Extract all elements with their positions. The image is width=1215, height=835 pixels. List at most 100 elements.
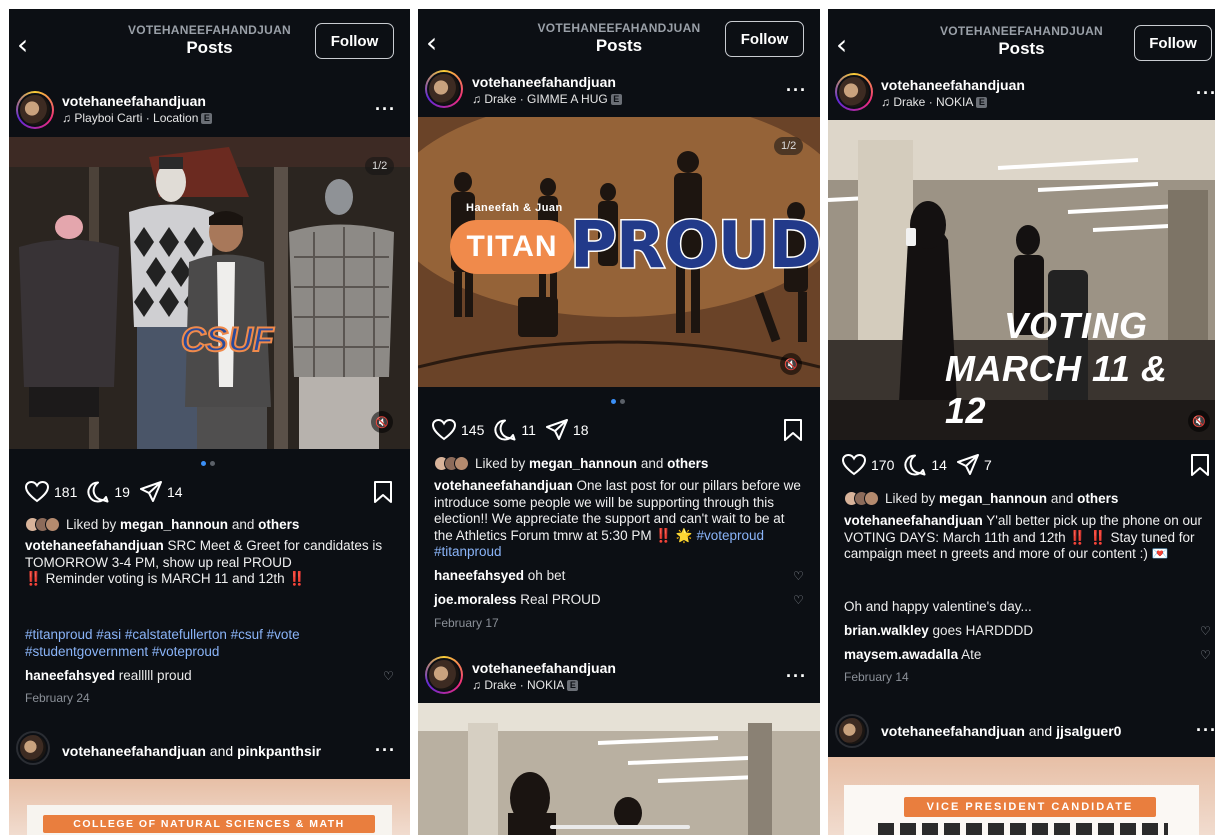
liked-by[interactable]: Liked by megan_hannoun and others <box>25 517 299 532</box>
store-scene-illustration <box>9 137 410 449</box>
liked-by[interactable]: Liked by megan_hannoun and others <box>434 456 708 471</box>
comment-like-icon[interactable]: ♡ <box>383 669 394 683</box>
comment-icon[interactable] <box>494 419 516 441</box>
comment-like-icon[interactable]: ♡ <box>793 593 804 607</box>
liker-username[interactable]: megan_hannoun <box>529 456 637 471</box>
titan-pill: TITAN <box>450 220 574 274</box>
mute-icon[interactable]: 🔇 <box>1188 410 1210 432</box>
action-bar: 170 14 7 <box>842 454 992 476</box>
share-group[interactable]: 7 <box>956 454 992 476</box>
liked-by-others[interactable]: others <box>667 456 708 471</box>
mute-icon[interactable]: 🔇 <box>780 353 802 375</box>
share-icon[interactable] <box>545 419 568 441</box>
liked-by-others[interactable]: others <box>1077 491 1118 506</box>
bookmark-icon[interactable] <box>373 481 393 503</box>
next-post-image[interactable]: COLLEGE OF NATURAL SCIENCES & MATH <box>9 779 410 835</box>
music-label[interactable]: ♫ Drake · NOKIA E <box>881 95 988 109</box>
music-note-icon: ♫ <box>472 92 481 106</box>
post-username[interactable]: votehaneefahandjuan <box>472 74 616 90</box>
mute-icon[interactable]: 🔇 <box>371 411 393 433</box>
music-label[interactable]: ♫ Drake · GIMME A HUG E <box>472 92 622 106</box>
liker-username[interactable]: megan_hannoun <box>120 517 228 532</box>
library-scene-illustration <box>418 703 820 835</box>
share-group[interactable]: 18 <box>545 419 588 441</box>
follow-button[interactable]: Follow <box>1134 25 1212 61</box>
music-note-icon: ♫ <box>881 95 890 109</box>
heart-icon[interactable] <box>842 454 866 476</box>
share-icon[interactable] <box>139 481 162 503</box>
avatar[interactable] <box>835 73 873 111</box>
comment-icon[interactable] <box>904 454 926 476</box>
voting-text: VOTING <box>1004 305 1149 346</box>
follow-button[interactable]: Follow <box>315 23 394 59</box>
post-screen-1: ‹ VOTEHANEEFAHANDJUAN Posts Follow voteh… <box>9 9 410 835</box>
next-post-more-dots-icon[interactable]: ··· <box>1196 720 1215 741</box>
music-label[interactable]: ♫ Playboi Carti · Location E <box>62 111 213 125</box>
avatar[interactable] <box>425 70 463 108</box>
proud-text: PROUD <box>569 208 820 285</box>
carousel-indicator <box>611 399 625 404</box>
next-post-image[interactable]: VICE PRESIDENT CANDIDATE <box>828 757 1215 835</box>
more-dots-icon[interactable]: ··· <box>375 99 396 120</box>
post-date: February 14 <box>844 670 909 684</box>
hashtags[interactable]: #titanproud #asi #calstatefullerton #csu… <box>25 627 395 660</box>
comment-group[interactable]: 19 <box>87 481 130 503</box>
comment-group[interactable]: 14 <box>904 454 947 476</box>
post-image[interactable]: CSUF 1/2 🔇 <box>9 137 410 449</box>
post-screen-3: ‹ VOTEHANEEFAHANDJUAN Posts Follow voteh… <box>828 9 1215 835</box>
next-post-more-dots-icon[interactable]: ··· <box>375 740 396 761</box>
post-caption: votehaneefahandjuan One last post for ou… <box>434 478 801 559</box>
carousel-counter: 1/2 <box>365 157 395 175</box>
post-username[interactable]: votehaneefahandjuan <box>881 77 1025 93</box>
next-post-avatar[interactable] <box>16 731 50 765</box>
next-post-image[interactable] <box>418 703 820 835</box>
explicit-icon: E <box>201 113 213 125</box>
liked-by[interactable]: Liked by megan_hannoun and others <box>844 491 1118 506</box>
comment-count: 11 <box>521 422 536 438</box>
like-count: 145 <box>461 422 485 438</box>
liker-username[interactable]: megan_hannoun <box>939 491 1047 506</box>
caption-username[interactable]: votehaneefahandjuan <box>844 513 983 528</box>
like-group[interactable]: 145 <box>432 419 484 441</box>
next-post-music-label[interactable]: ♫ Drake · NOKIA E <box>472 678 579 692</box>
comment-group[interactable]: 11 <box>494 419 536 441</box>
bookmark-icon[interactable] <box>1190 454 1210 476</box>
comment-icon[interactable] <box>87 481 109 503</box>
avatar[interactable] <box>16 91 54 129</box>
next-post-avatar[interactable] <box>835 714 869 748</box>
heart-icon[interactable] <box>432 419 456 441</box>
next-post-username[interactable]: votehaneefahandjuan <box>472 660 616 676</box>
post-date: February 17 <box>434 616 499 630</box>
home-indicator <box>550 825 690 829</box>
liker-avatars <box>844 491 879 506</box>
comment-like-icon[interactable]: ♡ <box>793 569 804 583</box>
more-dots-icon[interactable]: ··· <box>786 80 807 101</box>
post-image[interactable]: VOTING MARCH 11 & 12 🔇 <box>828 120 1215 440</box>
more-dots-icon[interactable]: ··· <box>1196 83 1215 104</box>
music-note-icon: ♫ <box>62 111 71 125</box>
comment-item: brian.walkley goes HARDDDD <box>844 623 1034 638</box>
share-icon[interactable] <box>956 454 979 476</box>
action-bar: 181 19 14 <box>25 481 183 503</box>
next-post-avatar[interactable] <box>425 656 463 694</box>
next-post-users[interactable]: votehaneefahandjuan and pinkpanthsir <box>62 743 321 759</box>
post-username[interactable]: votehaneefahandjuan <box>62 93 206 109</box>
explicit-icon: E <box>976 97 988 109</box>
like-group[interactable]: 170 <box>842 454 894 476</box>
next-post-more-dots-icon[interactable]: ··· <box>786 666 807 687</box>
heart-icon[interactable] <box>25 481 49 503</box>
share-group[interactable]: 14 <box>139 481 183 503</box>
comment-item: joe.moraless Real PROUD <box>434 592 601 607</box>
comment-like-icon[interactable]: ♡ <box>1200 648 1211 662</box>
post-image[interactable]: Haneefah & Juan TITAN PROUD 1/2 🔇 <box>418 117 820 387</box>
like-group[interactable]: 181 <box>25 481 77 503</box>
follow-button[interactable]: Follow <box>725 21 804 57</box>
caption-username[interactable]: votehaneefahandjuan <box>25 538 164 553</box>
bookmark-icon[interactable] <box>783 419 803 441</box>
caption-username[interactable]: votehaneefahandjuan <box>434 478 573 493</box>
liker-avatars <box>434 456 469 471</box>
liked-by-others[interactable]: others <box>258 517 299 532</box>
comment-like-icon[interactable]: ♡ <box>1200 624 1211 638</box>
share-count: 14 <box>166 484 183 500</box>
next-post-users[interactable]: votehaneefahandjuan and jjsalguer0 <box>881 723 1121 739</box>
